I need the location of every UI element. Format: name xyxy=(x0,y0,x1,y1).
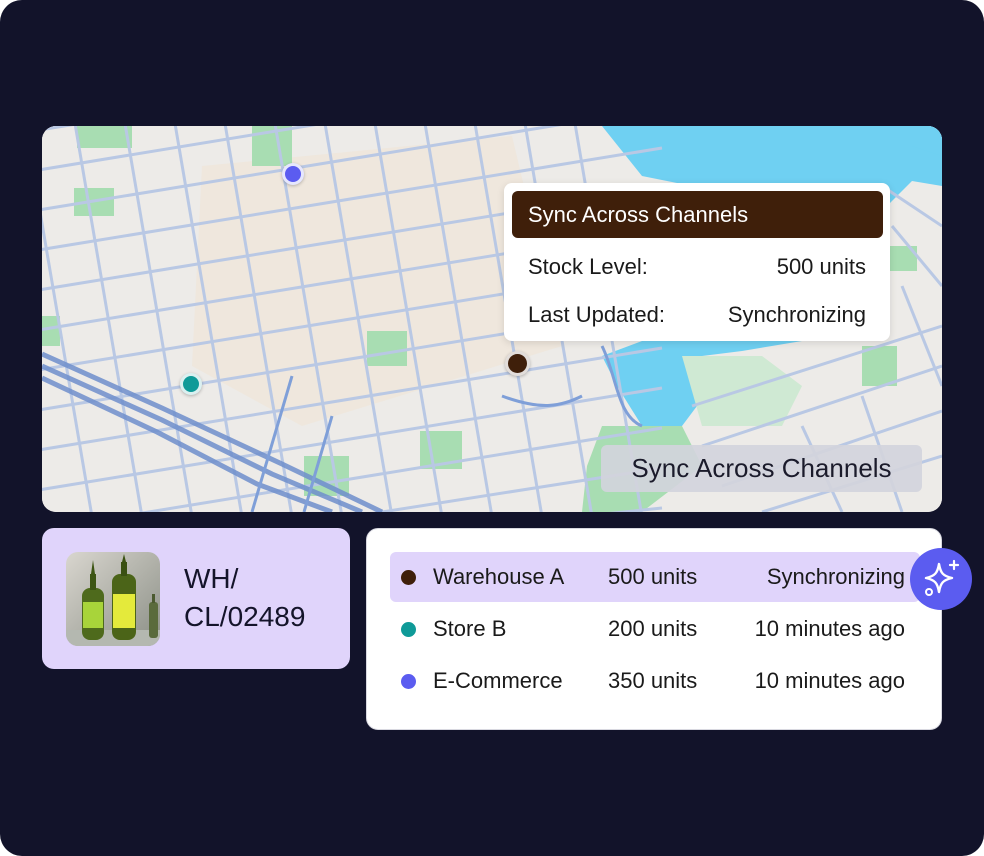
sku-label: WH/ CL/02489 xyxy=(184,560,334,636)
channel-units: 200 units xyxy=(608,616,698,641)
sparkle-icon xyxy=(924,559,960,596)
bottles-illustration xyxy=(66,552,160,646)
channel-status: 10 minutes ago xyxy=(754,616,905,641)
tooltip-label: Last Updated: xyxy=(528,302,665,327)
channel-status: 10 minutes ago xyxy=(754,668,905,693)
channel-units: 350 units xyxy=(608,668,698,693)
channel-name: Warehouse A xyxy=(433,564,565,589)
store-map-pin[interactable] xyxy=(180,373,202,395)
ai-sparkle-button[interactable] xyxy=(910,548,972,610)
ecommerce-map-pin[interactable] xyxy=(282,163,304,185)
product-image xyxy=(66,552,160,646)
product-card[interactable]: WH/ CL/02489 xyxy=(42,528,350,669)
tooltip-value: Synchronizing xyxy=(727,302,866,327)
warehouse-dot-icon xyxy=(401,570,416,585)
sku-line: CL/02489 xyxy=(184,601,306,632)
channel-row-store[interactable]: Store B 200 units 10 minutes ago xyxy=(390,604,920,654)
channel-row-warehouse[interactable]: Warehouse A 500 units Synchronizing xyxy=(390,552,920,602)
inventory-map[interactable]: Sync Across Channels Stock Level: 500 un… xyxy=(42,126,942,512)
tooltip-title: Sync Across Channels xyxy=(512,191,883,238)
sku-line: WH/ xyxy=(184,563,239,594)
channel-row-ecommerce[interactable]: E-Commerce 350 units 10 minutes ago xyxy=(390,656,920,706)
channel-name: E-Commerce xyxy=(433,668,563,693)
tooltip-row-stock: Stock Level: 500 units xyxy=(528,252,866,282)
warehouse-map-pin[interactable] xyxy=(505,351,530,376)
tooltip-row-updated: Last Updated: Synchronizing xyxy=(528,300,866,330)
tooltip-value: 500 units xyxy=(776,254,866,279)
channel-units: 500 units xyxy=(608,564,698,589)
tooltip-label: Stock Level: xyxy=(528,254,648,279)
store-dot-icon xyxy=(401,622,416,637)
channel-stock-table: Warehouse A 500 units Synchronizing Stor… xyxy=(366,528,942,730)
channel-name: Store B xyxy=(433,616,507,641)
ecommerce-dot-icon xyxy=(401,674,416,689)
sync-chip[interactable]: Sync Across Channels xyxy=(601,445,922,492)
app-frame: Sync Across Channels Stock Level: 500 un… xyxy=(0,0,984,856)
map-tooltip: Sync Across Channels Stock Level: 500 un… xyxy=(504,183,890,341)
channel-status: Synchronizing xyxy=(766,564,905,589)
